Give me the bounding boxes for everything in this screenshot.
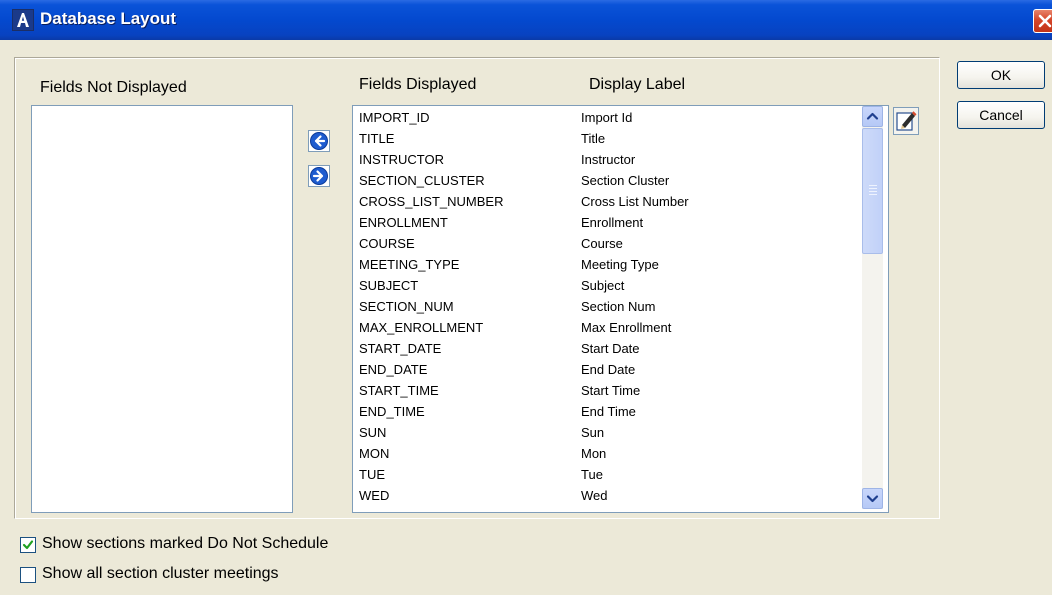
field-name-cell: INSTRUCTOR: [359, 152, 444, 167]
display-label-cell: Mon: [581, 446, 607, 461]
show-do-not-schedule-label: Show sections marked Do Not Schedule: [42, 535, 329, 552]
move-right-button[interactable]: [308, 165, 330, 187]
list-item[interactable]: MAX_ENROLLMENT Max Enrollment: [353, 318, 860, 339]
field-name-cell: START_TIME: [359, 383, 439, 398]
pencil-edit-icon: [896, 111, 917, 131]
field-name-cell: IMPORT_ID: [359, 110, 430, 125]
list-item[interactable]: IMPORT_ID Import Id: [353, 108, 860, 129]
close-icon[interactable]: [1033, 9, 1052, 33]
scroll-grip: [869, 185, 877, 186]
display-label-cell: End Time: [581, 404, 636, 419]
display-label-cell: Max Enrollment: [581, 320, 672, 335]
field-name-cell: MAX_ENROLLMENT: [359, 320, 484, 335]
list-item[interactable]: WED Wed: [353, 486, 860, 506]
list-item[interactable]: END_TIME End Time: [353, 402, 860, 423]
list-item[interactable]: MEETING_TYPE Meeting Type: [353, 255, 860, 276]
app-logo-icon: [12, 9, 34, 31]
display-label-cell: Start Date: [581, 341, 640, 356]
display-label-cell: Title: [581, 131, 606, 146]
display-label-cell: Section Cluster: [581, 173, 670, 188]
scroll-thumb[interactable]: [862, 128, 883, 254]
list-item[interactable]: SECTION_CLUSTER Section Cluster: [353, 171, 860, 192]
list-item[interactable]: SUN Sun: [353, 423, 860, 444]
list-item[interactable]: COURSE Course: [353, 234, 860, 255]
field-name-cell: END_TIME: [359, 404, 425, 419]
display-label-cell: Wed: [581, 488, 608, 503]
list-item[interactable]: SUBJECT Subject: [353, 276, 860, 297]
field-name-cell: SUN: [359, 425, 387, 440]
field-name-cell: TITLE: [359, 131, 395, 146]
scroll-grip: [869, 191, 877, 192]
field-name-cell: TUE: [359, 467, 385, 482]
ok-button[interactable]: OK: [957, 61, 1045, 89]
list-item[interactable]: TITLE Title: [353, 129, 860, 150]
scroll-grip: [869, 188, 877, 189]
fields-vertical-scrollbar[interactable]: [862, 106, 883, 509]
display-label-cell: Section Num: [581, 299, 656, 314]
display-label-cell: End Date: [581, 362, 636, 377]
display-label-cell: Enrollment: [581, 215, 644, 230]
display-label-cell: Tue: [581, 467, 603, 482]
database-layout-dialog: Database Layout Fields Not Displayed Fie…: [0, 0, 1052, 595]
field-name-cell: SUBJECT: [359, 278, 419, 293]
arrow-left-icon: [310, 132, 328, 150]
fields-grid: IMPORT_ID Import Id TITLE Title INSTRUCTOR In…: [353, 106, 860, 506]
scroll-grip: [869, 194, 877, 195]
list-item[interactable]: INSTRUCTOR Instructor: [353, 150, 860, 171]
field-name-cell: ENROLLMENT: [359, 215, 448, 230]
display-label-cell: Sun: [581, 425, 605, 440]
list-item[interactable]: START_TIME Start Time: [353, 381, 860, 402]
field-name-cell: CROSS_LIST_NUMBER: [359, 194, 504, 209]
chevron-up-icon: [866, 112, 879, 120]
fields-not-displayed-list[interactable]: [31, 105, 293, 513]
display-label-header: Display Label: [589, 76, 686, 93]
list-item[interactable]: CROSS_LIST_NUMBER Cross List Number: [353, 192, 860, 213]
move-left-button[interactable]: [308, 130, 330, 152]
field-name-cell: MON: [359, 446, 390, 461]
field-name-cell: END_DATE: [359, 362, 428, 377]
display-label-cell: Cross List Number: [581, 194, 689, 209]
display-label-cell: Import Id: [581, 110, 633, 125]
checkmark-icon: [22, 540, 34, 550]
field-name-cell: SECTION_CLUSTER: [359, 173, 485, 188]
fields-not-displayed-label: Fields Not Displayed: [40, 79, 187, 96]
edit-label-button[interactable]: [893, 107, 919, 135]
list-item[interactable]: START_DATE Start Date: [353, 339, 860, 360]
list-item[interactable]: MON Mon: [353, 444, 860, 465]
fields-displayed-label: Fields Displayed: [359, 76, 477, 93]
show-all-cluster-meetings-label: Show all section cluster meetings: [42, 565, 279, 582]
list-item[interactable]: SECTION_NUM Section Num: [353, 297, 860, 318]
show-do-not-schedule-checkbox[interactable]: [20, 537, 36, 553]
title-bar[interactable]: Database Layout: [0, 0, 1052, 40]
fields-displayed-list[interactable]: IMPORT_ID Import Id TITLE Title INSTRUCTOR In…: [352, 105, 889, 513]
scroll-down-button[interactable]: [862, 488, 883, 509]
display-label-cell: Instructor: [581, 152, 636, 167]
show-all-cluster-meetings-checkbox[interactable]: [20, 567, 36, 583]
list-item[interactable]: END_DATE End Date: [353, 360, 860, 381]
field-name-cell: MEETING_TYPE: [359, 257, 460, 272]
list-item[interactable]: ENROLLMENT Enrollment: [353, 213, 860, 234]
display-label-cell: Meeting Type: [581, 257, 659, 272]
list-item[interactable]: TUE Tue: [353, 465, 860, 486]
arrow-right-icon: [310, 167, 328, 185]
display-label-cell: Course: [581, 236, 623, 251]
cancel-button[interactable]: Cancel: [957, 101, 1045, 129]
scroll-up-button[interactable]: [862, 106, 883, 127]
window-title: Database Layout: [40, 9, 177, 28]
chevron-down-icon: [866, 495, 879, 503]
field-name-cell: COURSE: [359, 236, 415, 251]
display-label-cell: Subject: [581, 278, 625, 293]
field-name-cell: WED: [359, 488, 390, 503]
field-name-cell: SECTION_NUM: [359, 299, 454, 314]
display-label-cell: Start Time: [581, 383, 641, 398]
field-name-cell: START_DATE: [359, 341, 442, 356]
